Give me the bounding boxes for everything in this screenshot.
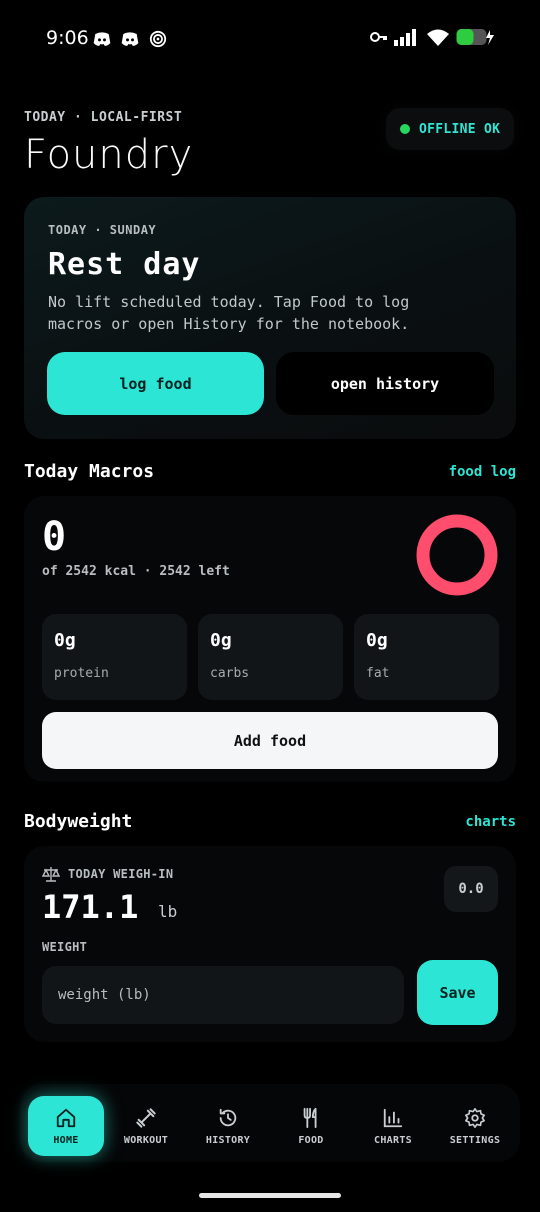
today-description: No lift scheduled today. Tap Food to log… — [48, 293, 410, 333]
home-indicator[interactable] — [199, 1193, 341, 1198]
bar-chart-icon — [383, 1108, 403, 1127]
nav-workout[interactable]: WORKOUT — [108, 1096, 184, 1156]
nav-label: HISTORY — [205, 1134, 251, 1146]
weight-unit: lb — [158, 902, 178, 921]
nav-label: HOME — [53, 1134, 79, 1146]
utensils-icon — [303, 1107, 317, 1128]
wifi-icon — [427, 29, 449, 46]
today-kicker: TODAY · SUNDAY — [48, 223, 157, 237]
today-card: TODAY · SUNDAY Rest day No lift schedule… — [24, 197, 516, 439]
add-food-button[interactable]: Add food — [42, 712, 498, 769]
macro-tile-carbs: 0g carbs — [198, 614, 343, 700]
dumbbell-icon — [136, 1107, 156, 1128]
nav-food[interactable]: FOOD — [273, 1096, 349, 1156]
today-title: Rest day — [48, 247, 201, 282]
battery-icon — [456, 29, 494, 45]
charts-link[interactable]: charts — [465, 814, 516, 830]
food-log-link[interactable]: food log — [449, 464, 516, 480]
nav-label: FOOD — [298, 1134, 324, 1146]
log-food-button[interactable]: log food — [47, 352, 264, 415]
weight-value: 171.1 — [42, 888, 139, 926]
weight-delta-badge: 0.0 — [444, 866, 498, 912]
macro-value: 0g — [366, 630, 388, 651]
notification-icons — [92, 30, 168, 48]
nav-settings[interactable]: SETTINGS — [437, 1096, 513, 1156]
system-icons — [370, 28, 496, 46]
nav-home[interactable]: HOME — [28, 1096, 104, 1156]
nav-label: CHARTS — [374, 1134, 412, 1146]
save-weight-button[interactable]: Save — [417, 960, 498, 1025]
page-title: Foundry — [24, 132, 194, 178]
nav-charts[interactable]: CHARTS — [355, 1096, 431, 1156]
macro-label: fat — [366, 666, 390, 681]
gear-icon — [465, 1107, 485, 1128]
home-icon — [56, 1108, 76, 1127]
macro-value: 0g — [210, 630, 232, 651]
kcal-value: 0 — [42, 514, 67, 560]
status-dot-icon — [400, 124, 410, 134]
offline-status-text: OFFLINE OK — [419, 121, 501, 137]
weigh-in-kicker: TODAY WEIGH-IN — [42, 866, 173, 882]
key-icon — [370, 32, 387, 42]
discord-icon — [121, 32, 139, 46]
nav-label: WORKOUT — [123, 1134, 169, 1146]
signal-icon — [394, 29, 416, 46]
macros-card: 0 of 2542 kcal · 2542 left 0g protein 0g… — [24, 496, 516, 782]
macros-section-title: Today Macros — [24, 461, 155, 482]
spiral-icon — [149, 30, 167, 48]
scale-icon — [42, 867, 60, 882]
status-time: 9:06 — [46, 27, 89, 49]
offline-status-badge: OFFLINE OK — [386, 108, 514, 150]
weigh-in-kicker-text: TODAY WEIGH-IN — [68, 867, 174, 881]
macro-tile-protein: 0g protein — [42, 614, 187, 700]
nav-history[interactable]: HISTORY — [190, 1096, 266, 1156]
kcal-progress-ring — [416, 514, 498, 596]
macro-tile-fat: 0g fat — [354, 614, 499, 700]
bodyweight-section-title: Bodyweight — [24, 811, 133, 832]
weight-field-label: WEIGHT — [42, 940, 88, 954]
open-history-button[interactable]: open history — [276, 352, 494, 415]
nav-label: SETTINGS — [449, 1134, 501, 1146]
macro-value: 0g — [54, 630, 76, 651]
bottom-nav: HOME WORKOUT HISTORY FOOD CHARTS SETTING… — [20, 1084, 520, 1162]
history-icon — [219, 1108, 237, 1126]
status-bar: 9:06 — [0, 0, 540, 78]
header-subtitle: TODAY · LOCAL-FIRST — [24, 110, 183, 125]
bodyweight-card: TODAY WEIGH-IN 171.1 lb 0.0 WEIGHT Save — [24, 846, 516, 1042]
kcal-summary: of 2542 kcal · 2542 left — [42, 564, 230, 579]
macro-label: protein — [54, 666, 109, 681]
macro-label: carbs — [210, 666, 250, 681]
discord-icon — [93, 32, 111, 46]
weight-input[interactable] — [42, 966, 404, 1024]
